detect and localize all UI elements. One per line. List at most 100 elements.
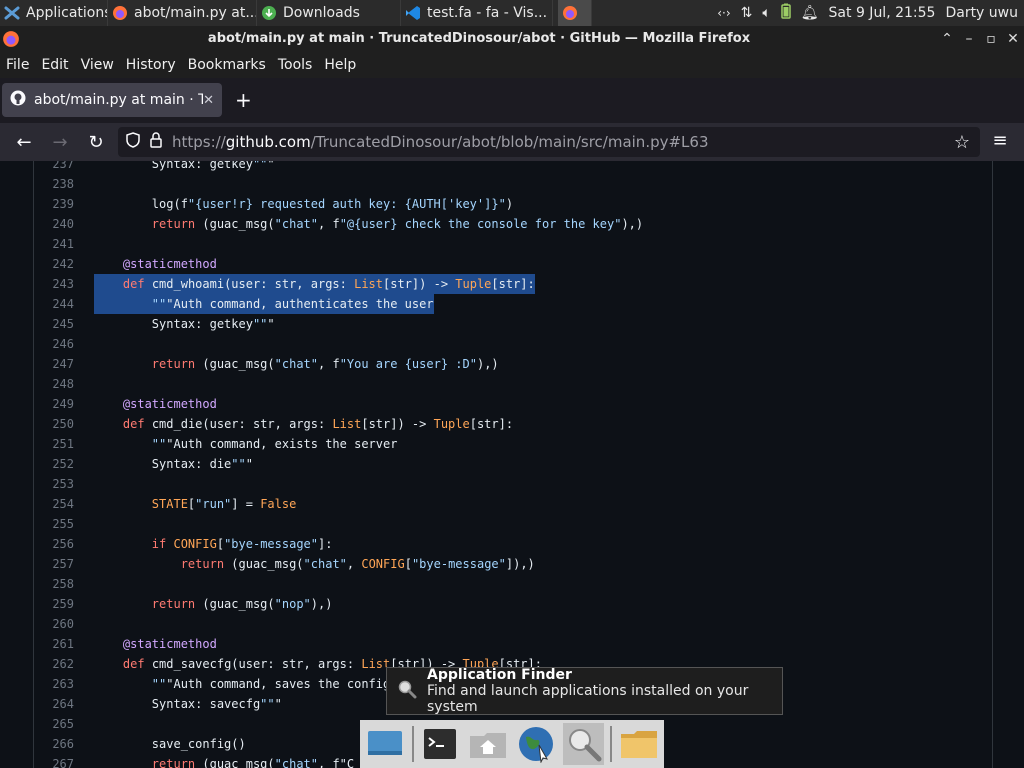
firefox-icon xyxy=(562,5,578,21)
line-number[interactable]: 244 xyxy=(34,294,74,314)
app-finder-icon[interactable] xyxy=(562,723,605,765)
files-icon[interactable] xyxy=(618,723,660,765)
line-number[interactable]: 256 xyxy=(34,534,74,554)
notification-bell-icon[interactable]: 🔔︎ xyxy=(801,5,819,21)
network-icon[interactable]: ‹·› xyxy=(717,6,730,20)
line-number[interactable]: 250 xyxy=(34,414,74,434)
line-number[interactable]: 246 xyxy=(34,334,74,354)
line-number[interactable]: 240 xyxy=(34,214,74,234)
line-number[interactable]: 261 xyxy=(34,634,74,654)
user-name[interactable]: Darty uwu xyxy=(945,5,1018,21)
task-label: abot/main.py at... xyxy=(134,5,257,21)
line-number[interactable]: 258 xyxy=(34,574,74,594)
line-number[interactable]: 239 xyxy=(34,194,74,214)
show-desktop-icon[interactable] xyxy=(364,723,406,765)
code-line: 259 return (guac_msg("nop"),) xyxy=(34,594,991,614)
terminal-icon[interactable] xyxy=(420,723,462,765)
line-number[interactable]: 249 xyxy=(34,394,74,414)
tab-github[interactable]: abot/main.py at main · Tr ✕ xyxy=(2,83,222,117)
line-number[interactable]: 247 xyxy=(34,354,74,374)
code-text: Syntax: savecfg""" xyxy=(94,697,282,711)
tooltip-description: Find and launch applications installed o… xyxy=(427,683,749,715)
task-label: test.fa - fa - Vis... xyxy=(427,5,548,21)
code-text: Syntax: die""" xyxy=(94,457,253,471)
top-panel: Applications abot/main.py at... Download… xyxy=(0,0,1024,26)
task-firefox[interactable]: abot/main.py at... xyxy=(108,0,257,26)
line-number[interactable]: 238 xyxy=(34,174,74,194)
line-number[interactable]: 255 xyxy=(34,514,74,534)
menu-bookmarks[interactable]: Bookmarks xyxy=(182,57,272,73)
collapse-icon[interactable]: ⌃ xyxy=(936,31,958,47)
code-text: Syntax: getkey""" xyxy=(94,161,275,171)
task-firefox-active[interactable] xyxy=(558,0,592,26)
line-number[interactable]: 245 xyxy=(34,314,74,334)
tab-title: abot/main.py at main · Tr xyxy=(34,92,204,108)
url-path: /TruncatedDinosour/abot/blob/main/src/ma… xyxy=(310,133,709,151)
line-number[interactable]: 257 xyxy=(34,554,74,574)
line-number[interactable]: 267 xyxy=(34,754,74,768)
applications-menu[interactable]: Applications xyxy=(0,0,108,26)
window-titlebar[interactable]: abot/main.py at main · TruncatedDinosour… xyxy=(0,26,1024,51)
home-folder-icon[interactable] xyxy=(467,723,509,765)
menu-view[interactable]: View xyxy=(75,57,120,73)
forward-icon[interactable]: → xyxy=(42,132,78,153)
menu-file[interactable]: File xyxy=(0,57,35,73)
line-number[interactable]: 266 xyxy=(34,734,74,754)
line-number[interactable]: 260 xyxy=(34,614,74,634)
line-number[interactable]: 259 xyxy=(34,594,74,614)
search-icon xyxy=(397,679,417,703)
clock[interactable]: Sat 9 Jul, 21:55 xyxy=(829,5,936,21)
download-icon xyxy=(261,5,277,21)
task-vscode[interactable]: test.fa - fa - Vis... xyxy=(401,0,553,26)
line-number[interactable]: 242 xyxy=(34,254,74,274)
maximize-icon[interactable]: ▫ xyxy=(980,31,1002,47)
dock-separator xyxy=(610,726,613,762)
menu-help[interactable]: Help xyxy=(318,57,362,73)
code-text: save_config() xyxy=(94,737,246,751)
menu-tools[interactable]: Tools xyxy=(272,57,319,73)
code-line: 241 xyxy=(34,234,991,254)
back-icon[interactable]: ← xyxy=(6,132,42,153)
line-number[interactable]: 252 xyxy=(34,454,74,474)
close-icon[interactable]: ✕ xyxy=(1002,31,1024,47)
new-tab-icon[interactable]: + xyxy=(235,88,252,112)
line-number[interactable]: 253 xyxy=(34,474,74,494)
reload-icon[interactable]: ↻ xyxy=(78,132,114,153)
line-number[interactable]: 254 xyxy=(34,494,74,514)
code-line: 249 @staticmethod xyxy=(34,394,991,414)
code-text: """Auth command, exists the server xyxy=(151,437,398,451)
code-line: 244 """Auth command, authenticates the u… xyxy=(34,294,991,314)
task-label: Downloads xyxy=(283,5,360,21)
menu-history[interactable]: History xyxy=(120,57,182,73)
url-bar[interactable]: https://github.com/TruncatedDinosour/abo… xyxy=(118,127,980,157)
tooltip-text: Application Finder Find and launch appli… xyxy=(427,667,782,715)
line-number[interactable]: 251 xyxy=(34,434,74,454)
code-text: def cmd_whoami(user: str, args: List[str… xyxy=(94,274,535,294)
line-number[interactable]: 263 xyxy=(34,674,74,694)
line-number[interactable]: 262 xyxy=(34,654,74,674)
code-line: 237 Syntax: getkey""" xyxy=(34,161,991,174)
applications-label: Applications xyxy=(26,5,108,21)
menu-edit[interactable]: Edit xyxy=(35,57,74,73)
shield-icon[interactable] xyxy=(126,132,140,152)
line-number[interactable]: 237 xyxy=(34,161,74,174)
url-text[interactable]: https://github.com/TruncatedDinosour/abo… xyxy=(172,133,709,151)
web-browser-icon[interactable] xyxy=(515,723,557,765)
bookmark-star-icon[interactable]: ☆ xyxy=(954,132,970,153)
minimize-icon[interactable]: – xyxy=(958,31,980,47)
transfer-icon[interactable]: ⇅ xyxy=(741,5,753,21)
task-downloads[interactable]: Downloads xyxy=(257,0,401,26)
line-number[interactable]: 241 xyxy=(34,234,74,254)
battery-icon[interactable] xyxy=(781,3,791,23)
dock-separator xyxy=(411,726,414,762)
line-number[interactable]: 264 xyxy=(34,694,74,714)
tab-close-icon[interactable]: ✕ xyxy=(203,93,214,108)
volume-icon[interactable]: 🔈︎ xyxy=(762,5,770,21)
line-number[interactable]: 265 xyxy=(34,714,74,734)
code-text: return (guac_msg("chat", f"You are {user… xyxy=(151,357,499,371)
hamburger-menu-icon[interactable]: ≡ xyxy=(982,130,1018,151)
lock-icon[interactable] xyxy=(150,132,162,152)
line-number[interactable]: 243 xyxy=(34,274,74,294)
code-line: 248 xyxy=(34,374,991,394)
line-number[interactable]: 248 xyxy=(34,374,74,394)
